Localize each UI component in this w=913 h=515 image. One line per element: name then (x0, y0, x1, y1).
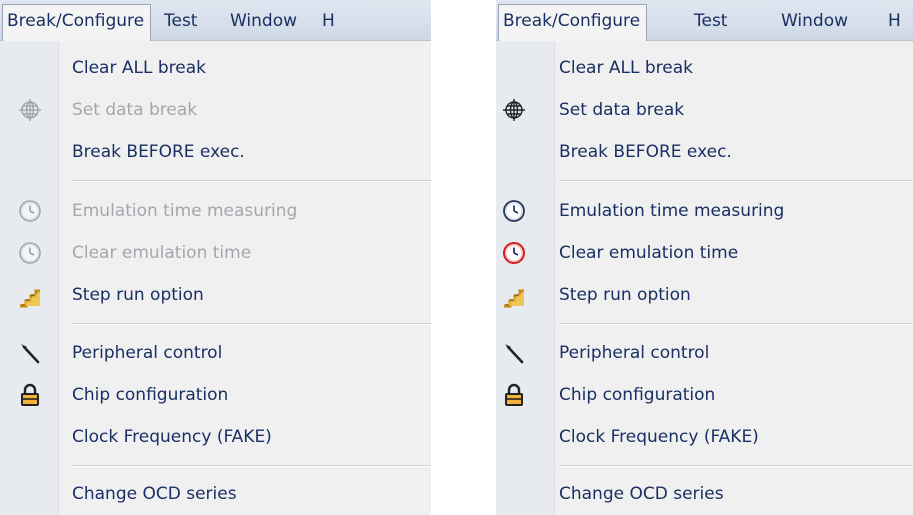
menu-item-clear-emulation-time[interactable]: Clear emulation time (72, 243, 251, 263)
hammer-icon (18, 341, 42, 365)
menu-item-set-data-break[interactable]: Set data break (72, 100, 197, 120)
hammer-icon (502, 341, 526, 365)
menu-separator (559, 465, 913, 466)
menu-separator (559, 323, 913, 324)
menu-item-peripheral-control[interactable]: Peripheral control (559, 343, 709, 363)
menu-panel-right: Break/Configure Test Window H Clear ALL … (496, 0, 913, 515)
menu-item-chip-configuration[interactable]: Chip configuration (72, 385, 228, 405)
menu-separator (559, 180, 913, 181)
clock-icon (18, 241, 42, 265)
clock-icon (502, 199, 526, 223)
gutter-divider (554, 41, 555, 515)
menu-break-configure[interactable]: Break/Configure (498, 4, 648, 41)
menu-item-clear-emulation-time[interactable]: Clear emulation time (559, 243, 738, 263)
menu-item-clock-frequency[interactable]: Clock Frequency (FAKE) (559, 427, 759, 447)
menu-item-emulation-time-measuring[interactable]: Emulation time measuring (72, 201, 297, 221)
menu-item-set-data-break[interactable]: Set data break (559, 100, 684, 120)
menu-window[interactable]: Window (781, 7, 848, 36)
menu-item-break-before-exec[interactable]: Break BEFORE exec. (72, 142, 245, 162)
menu-item-clear-all-break[interactable]: Clear ALL break (72, 58, 206, 78)
menu-item-peripheral-control[interactable]: Peripheral control (72, 343, 222, 363)
padlock-icon (18, 383, 42, 407)
menu-item-emulation-time-measuring[interactable]: Emulation time measuring (559, 201, 784, 221)
menu-item-clock-frequency[interactable]: Clock Frequency (FAKE) (72, 427, 272, 447)
menu-test[interactable]: Test (164, 7, 197, 36)
menu-panel-left: Break/Configure Test Window H Clear ALL … (0, 0, 431, 515)
menu-item-break-before-exec[interactable]: Break BEFORE exec. (559, 142, 732, 162)
padlock-icon (502, 383, 526, 407)
crosshair-globe-icon (502, 98, 526, 122)
menu-bar: Break/Configure Test Window H (496, 0, 913, 41)
menu-separator (72, 465, 431, 466)
menu-item-clear-all-break[interactable]: Clear ALL break (559, 58, 693, 78)
menu-help[interactable]: H (888, 7, 901, 36)
crosshair-globe-icon (18, 98, 42, 122)
steps-icon (502, 284, 526, 308)
menu-item-step-run-option[interactable]: Step run option (559, 285, 691, 305)
menu-item-chip-configuration[interactable]: Chip configuration (559, 385, 715, 405)
menu-window[interactable]: Window (230, 7, 297, 36)
menu-bar: Break/Configure Test Window H (0, 0, 431, 41)
menu-separator (72, 323, 431, 324)
menu-break-configure[interactable]: Break/Configure (2, 4, 152, 41)
menu-item-change-ocd-series[interactable]: Change OCD series (559, 484, 724, 504)
menu-separator (72, 180, 431, 181)
clock-icon (18, 199, 42, 223)
menu-item-change-ocd-series[interactable]: Change OCD series (72, 484, 237, 504)
gutter-divider (58, 41, 59, 515)
steps-icon (18, 284, 42, 308)
menu-item-step-run-option[interactable]: Step run option (72, 285, 204, 305)
menu-help[interactable]: H (322, 7, 335, 36)
clock-red-icon (502, 241, 526, 265)
menu-test[interactable]: Test (694, 7, 727, 36)
